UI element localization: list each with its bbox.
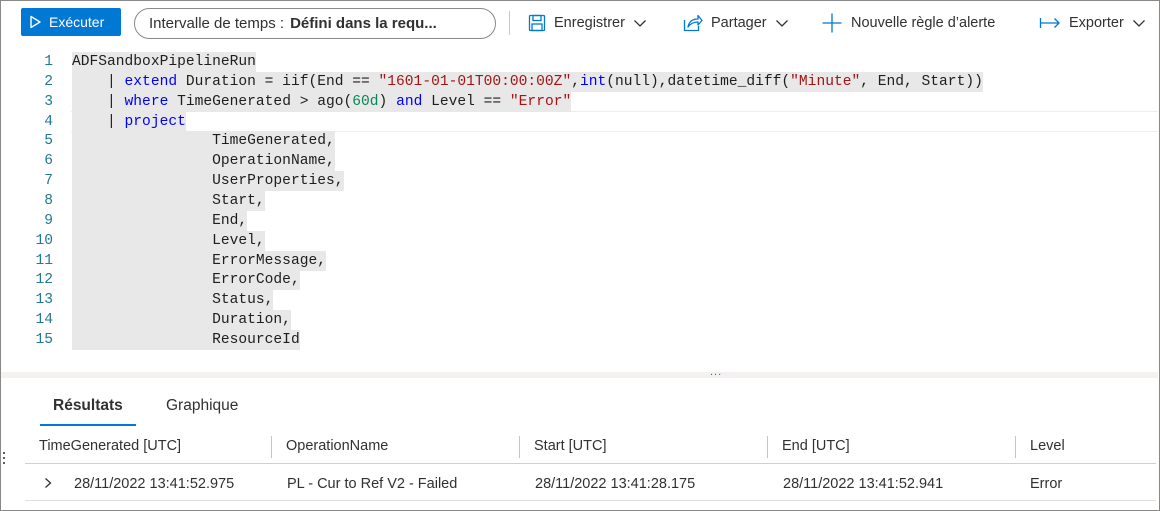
chevron-right-icon[interactable] bbox=[44, 477, 52, 489]
query-editor[interactable]: 1 ADFSandboxPipelineRun 2 | extend Duratio… bbox=[1, 50, 1158, 360]
share-icon bbox=[683, 14, 703, 32]
table-row[interactable]: 28/11/2022 13:41:52.975 PL - Cur to Ref … bbox=[25, 465, 1156, 501]
cell-start: 28/11/2022 13:41:28.175 bbox=[535, 476, 696, 492]
tab-chart[interactable]: Graphique bbox=[166, 397, 238, 423]
code-text: | where TimeGenerated > ago(60d) and Lev… bbox=[72, 91, 572, 112]
time-range-value: Défini dans la requ... bbox=[290, 15, 437, 32]
splitter-handle[interactable]: ... bbox=[710, 366, 722, 378]
plus-icon bbox=[821, 12, 843, 34]
tab-results-label: Résultats bbox=[53, 397, 123, 414]
code-line[interactable]: 2 | extend Duration = iif(End == "1601-0… bbox=[1, 71, 1158, 92]
play-icon bbox=[28, 15, 42, 29]
code-line[interactable]: 10 Level, bbox=[1, 230, 1158, 251]
column-header-timegenerated[interactable]: TimeGenerated [UTC] bbox=[25, 432, 272, 464]
export-label: Exporter bbox=[1069, 15, 1124, 31]
cell-level: Error bbox=[1030, 476, 1063, 492]
column-header-label: Start [UTC] bbox=[534, 438, 607, 454]
code-line[interactable]: 9 End, bbox=[1, 210, 1158, 231]
line-number: 13 bbox=[35, 292, 53, 309]
line-number: 8 bbox=[44, 192, 53, 209]
time-range-picker[interactable]: Intervalle de temps : Défini dans la req… bbox=[134, 8, 496, 39]
column-header-label: End [UTC] bbox=[782, 438, 850, 454]
line-number: 7 bbox=[44, 173, 53, 190]
export-button[interactable]: Exporter bbox=[1039, 12, 1146, 34]
line-number: 12 bbox=[35, 272, 53, 289]
new-alert-rule-button[interactable]: Nouvelle règle d’alerte bbox=[821, 12, 995, 34]
run-button-label: Exécuter bbox=[49, 14, 105, 30]
share-label: Partager bbox=[711, 15, 767, 31]
export-icon bbox=[1039, 16, 1061, 30]
grid-resize-handle[interactable] bbox=[3, 452, 6, 466]
results-grid-header: TimeGenerated [UTC] OperationName Start … bbox=[25, 432, 1156, 464]
code-text: TimeGenerated, bbox=[72, 131, 335, 152]
column-header-end[interactable]: End [UTC] bbox=[768, 432, 1016, 464]
save-button[interactable]: Enregistrer bbox=[528, 12, 647, 34]
code-text: Level, bbox=[72, 230, 265, 251]
code-line[interactable]: 12 ErrorCode, bbox=[1, 270, 1158, 291]
query-toolbar: Exécuter Intervalle de temps : Défini da… bbox=[1, 1, 1158, 43]
column-header-label: OperationName bbox=[286, 438, 389, 454]
code-text: ErrorCode, bbox=[72, 270, 300, 291]
code-text: ErrorMessage, bbox=[72, 250, 326, 271]
code-text: | project bbox=[72, 111, 186, 132]
chevron-down-icon bbox=[775, 18, 789, 28]
code-line[interactable]: 3 | where TimeGenerated > ago(60d) and L… bbox=[1, 91, 1158, 112]
cell-end: 28/11/2022 13:41:52.941 bbox=[783, 476, 944, 492]
active-tab-indicator bbox=[40, 424, 136, 426]
column-header-label: Level bbox=[1030, 438, 1065, 454]
code-text: Status, bbox=[72, 290, 274, 311]
line-number: 6 bbox=[44, 153, 53, 170]
toolbar-divider bbox=[509, 11, 510, 35]
code-text: | extend Duration = iif(End == "1601-01-… bbox=[72, 71, 983, 92]
time-range-label: Intervalle de temps : bbox=[149, 15, 285, 32]
code-line[interactable]: 4 | project bbox=[1, 111, 1158, 132]
line-number: 5 bbox=[44, 133, 53, 150]
code-line[interactable]: 14 Duration, bbox=[1, 310, 1158, 331]
run-button[interactable]: Exécuter bbox=[21, 8, 121, 36]
line-number: 9 bbox=[44, 212, 53, 229]
chevron-down-icon bbox=[633, 18, 647, 28]
line-number: 2 bbox=[44, 73, 53, 90]
line-number: 4 bbox=[44, 113, 53, 130]
code-line[interactable]: 7 UserProperties, bbox=[1, 171, 1158, 192]
column-header-level[interactable]: Level bbox=[1016, 432, 1156, 464]
pane-splitter[interactable] bbox=[1, 372, 1158, 378]
line-number: 14 bbox=[35, 312, 53, 329]
column-header-operationname[interactable]: OperationName bbox=[272, 432, 520, 464]
line-number: 11 bbox=[35, 252, 53, 269]
code-text: Start, bbox=[72, 190, 265, 211]
column-header-label: TimeGenerated [UTC] bbox=[39, 438, 182, 454]
line-number: 1 bbox=[44, 54, 53, 70]
code-line[interactable]: 8 Start, bbox=[1, 190, 1158, 211]
code-line[interactable]: 13 Status, bbox=[1, 290, 1158, 311]
code-text: ResourceId bbox=[72, 329, 300, 350]
code-text: OperationName, bbox=[72, 151, 335, 172]
cell-operationname: PL - Cur to Ref V2 - Failed bbox=[287, 476, 458, 492]
code-line[interactable]: 5 TimeGenerated, bbox=[1, 131, 1158, 152]
column-header-start[interactable]: Start [UTC] bbox=[520, 432, 768, 464]
code-line[interactable]: 1 ADFSandboxPipelineRun bbox=[1, 52, 1158, 72]
new-alert-label: Nouvelle règle d’alerte bbox=[851, 15, 996, 31]
code-line[interactable]: 15 ResourceId bbox=[1, 329, 1158, 350]
code-text: UserProperties, bbox=[72, 171, 344, 192]
tab-chart-label: Graphique bbox=[166, 397, 239, 414]
chevron-down-icon bbox=[1132, 18, 1146, 28]
code-line[interactable]: 11 ErrorMessage, bbox=[1, 250, 1158, 271]
tab-results[interactable]: Résultats bbox=[40, 397, 136, 426]
code-text: End, bbox=[72, 210, 248, 231]
share-button[interactable]: Partager bbox=[683, 12, 789, 34]
code-line[interactable]: 6 OperationName, bbox=[1, 151, 1158, 172]
line-number: 10 bbox=[35, 232, 53, 249]
save-label: Enregistrer bbox=[554, 15, 625, 31]
cell-timegenerated: 28/11/2022 13:41:52.975 bbox=[74, 476, 235, 492]
code-text: Duration, bbox=[72, 310, 291, 331]
save-icon bbox=[528, 14, 546, 32]
code-text: ADFSandboxPipelineRun bbox=[72, 52, 256, 72]
line-number: 3 bbox=[44, 93, 53, 110]
line-number: 15 bbox=[35, 331, 53, 348]
